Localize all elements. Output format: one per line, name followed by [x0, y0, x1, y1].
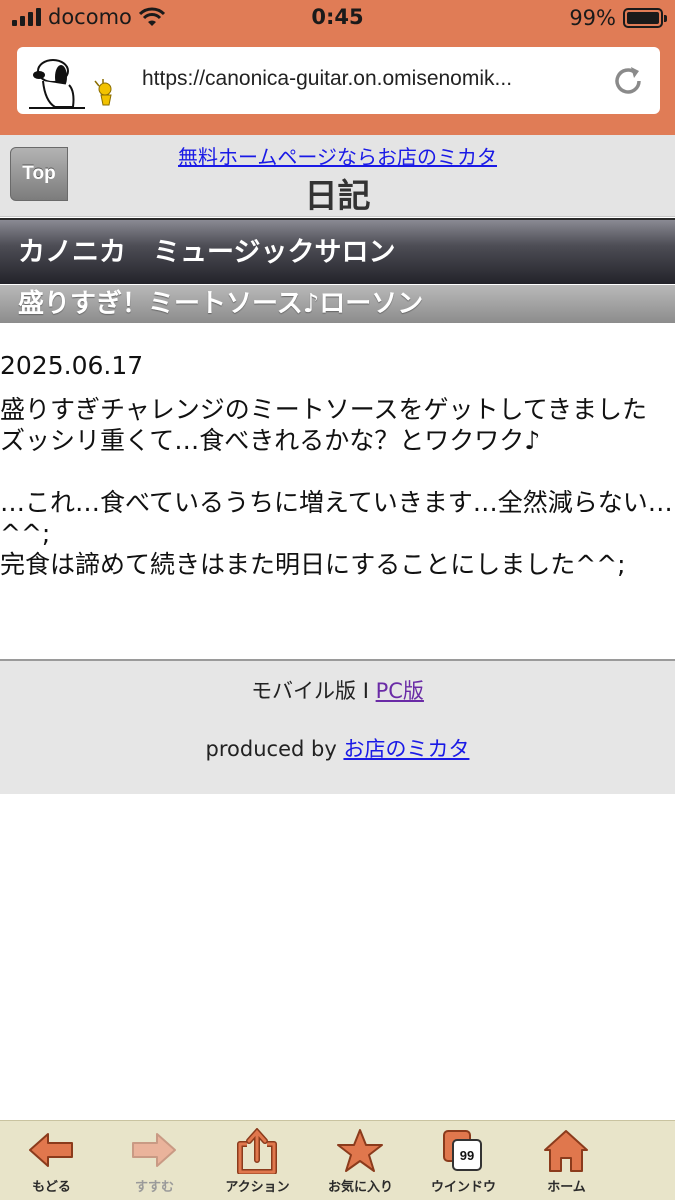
- page-header: Top 無料ホームページならお店のミカタ 日記: [0, 135, 675, 217]
- article-title-bar: 盛りすぎ！ミートソース♪ローソン: [0, 285, 675, 323]
- back-arrow-icon: [29, 1133, 73, 1167]
- mobile-version-label: モバイル版 I: [251, 679, 376, 703]
- home-icon: [544, 1130, 588, 1172]
- forward-arrow-icon: [132, 1133, 176, 1167]
- site-logo-snoopy-icon: [29, 59, 112, 109]
- shop-name-bar: カノニカ ミュージックサロン: [0, 218, 675, 284]
- promo-link: 無料ホームページならお店のミカタ: [0, 141, 675, 170]
- home-button[interactable]: ホーム: [515, 1121, 618, 1201]
- url-text[interactable]: https://canonica-guitar.on.omisenomik...: [142, 67, 612, 91]
- back-label: もどる: [32, 1180, 71, 1195]
- browser-toolbar: もどる すすむ アクション お気に入り 99 ウインドウ ホーム: [0, 1120, 675, 1200]
- produced-by: produced by お店のミカタ: [0, 733, 675, 763]
- reload-icon[interactable]: [610, 63, 646, 99]
- favorites-button[interactable]: お気に入り: [309, 1121, 412, 1201]
- promo-link-text[interactable]: 無料ホームページならお店のミカタ: [178, 145, 497, 169]
- pc-version-link[interactable]: PC版: [376, 679, 424, 703]
- share-icon: [237, 1128, 277, 1174]
- article-line: …これ…食べているうちに増えていきます…全然減らない…^^;: [0, 488, 673, 548]
- windows-button[interactable]: 99 ウインドウ: [412, 1121, 515, 1201]
- article-line: 盛りすぎチャレンジのミートソースをゲットしてきました: [0, 395, 648, 424]
- action-label: アクション: [225, 1180, 290, 1195]
- version-switch: モバイル版 I PC版: [0, 675, 675, 705]
- action-button[interactable]: アクション: [206, 1121, 309, 1201]
- battery-icon: [623, 8, 667, 28]
- browser-chrome: docomo 0:45 99% https://canonica-guitar.…: [0, 0, 675, 135]
- page-title: 日記: [304, 176, 371, 215]
- window-count-badge: 99: [460, 1148, 474, 1163]
- produced-by-label: produced by: [205, 737, 344, 761]
- windows-label: ウインドウ: [430, 1180, 496, 1195]
- article-paragraph: …これ…食べているうちに増えていきます…全然減らない…^^; 完食は諦めて続きは…: [0, 487, 675, 580]
- windows-icon: 99: [443, 1130, 482, 1171]
- forward-label: すすむ: [134, 1180, 174, 1195]
- article-paragraph: 盛りすぎチャレンジのミートソースをゲットしてきました ズッシリ重くて…食べきれる…: [0, 394, 675, 456]
- produced-by-link[interactable]: お店のミカタ: [343, 737, 469, 761]
- address-bar[interactable]: https://canonica-guitar.on.omisenomik...: [17, 47, 660, 114]
- article-body: 2025.06.17 盛りすぎチャレンジのミートソースをゲットしてきました ズッ…: [0, 350, 675, 611]
- page-footer: モバイル版 I PC版 produced by お店のミカタ: [0, 659, 675, 794]
- article-line: ズッシリ重くて…食べきれるかな？とワクワク♪: [0, 426, 541, 455]
- article-line: 完食は諦めて続きはまた明日にすることにしました^^;: [0, 550, 626, 579]
- home-label: ホーム: [547, 1180, 586, 1195]
- post-date: 2025.06.17: [0, 351, 144, 380]
- back-button[interactable]: もどる: [0, 1121, 103, 1201]
- forward-button[interactable]: すすむ: [103, 1121, 206, 1201]
- battery-status: 99%: [569, 6, 667, 30]
- status-bar: docomo 0:45 99%: [0, 0, 675, 38]
- favorites-label: お気に入り: [327, 1180, 393, 1195]
- star-icon: [337, 1129, 383, 1172]
- battery-percent: 99%: [569, 6, 616, 30]
